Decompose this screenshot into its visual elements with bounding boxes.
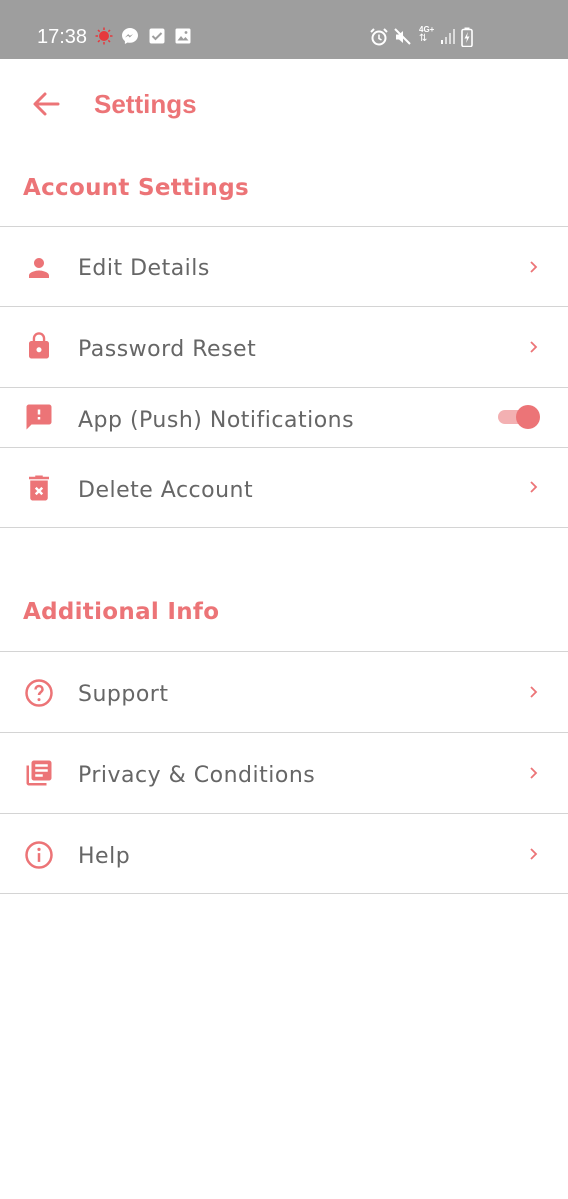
image-icon: [175, 28, 191, 44]
section-title-account: Account Settings: [23, 175, 249, 201]
notifications-toggle[interactable]: [498, 402, 544, 432]
chevron-right-icon: [530, 686, 538, 698]
signal-icon: [441, 29, 455, 44]
settings-item-push-notifications: App (Push) Notifications: [0, 388, 568, 447]
settings-item-password-reset[interactable]: Password Reset: [0, 307, 568, 387]
notification-dot-icon: [95, 27, 113, 45]
settings-item-label: Help: [78, 844, 131, 869]
chevron-right-icon: [530, 261, 538, 273]
status-bar: 17:38 4G+ ⇅: [0, 0, 568, 59]
section-title-additional: Additional Info: [23, 599, 220, 625]
help-circle-icon: [25, 679, 53, 707]
arrow-back-icon[interactable]: [30, 88, 62, 120]
messenger-icon: [122, 28, 138, 44]
battery-charging-icon: [461, 27, 473, 47]
trash-icon: [29, 475, 49, 501]
settings-item-label: Support: [78, 682, 169, 707]
chevron-right-icon: [530, 848, 538, 860]
settings-item-edit-details[interactable]: Edit Details: [0, 227, 568, 306]
info-icon: [25, 841, 53, 869]
settings-item-label: Edit Details: [78, 256, 210, 281]
settings-item-label: Privacy & Conditions: [78, 763, 316, 788]
feedback-icon: [26, 404, 52, 430]
library-books-icon: [26, 760, 52, 786]
chevron-right-icon: [530, 767, 538, 779]
alarm-icon: [370, 28, 388, 46]
status-time: 17:38: [37, 26, 88, 48]
settings-item-label: Password Reset: [78, 337, 257, 362]
mute-icon: [394, 28, 411, 45]
lock-icon: [29, 332, 49, 359]
settings-item-support[interactable]: Support: [0, 652, 568, 732]
checkbox-icon: [149, 28, 165, 44]
settings-item-help[interactable]: Help: [0, 814, 568, 893]
chevron-right-icon: [530, 341, 538, 353]
person-icon: [29, 258, 49, 278]
settings-item-label: App (Push) Notifications: [78, 408, 355, 433]
chevron-right-icon: [530, 481, 538, 493]
network-4g-icon: 4G+ ⇅: [419, 25, 435, 44]
settings-item-privacy-conditions[interactable]: Privacy & Conditions: [0, 733, 568, 813]
divider: [0, 893, 568, 894]
settings-item-label: Delete Account: [78, 478, 254, 503]
divider: [0, 527, 568, 528]
settings-item-delete-account[interactable]: Delete Account: [0, 448, 568, 527]
page-title: Settings: [94, 89, 197, 119]
